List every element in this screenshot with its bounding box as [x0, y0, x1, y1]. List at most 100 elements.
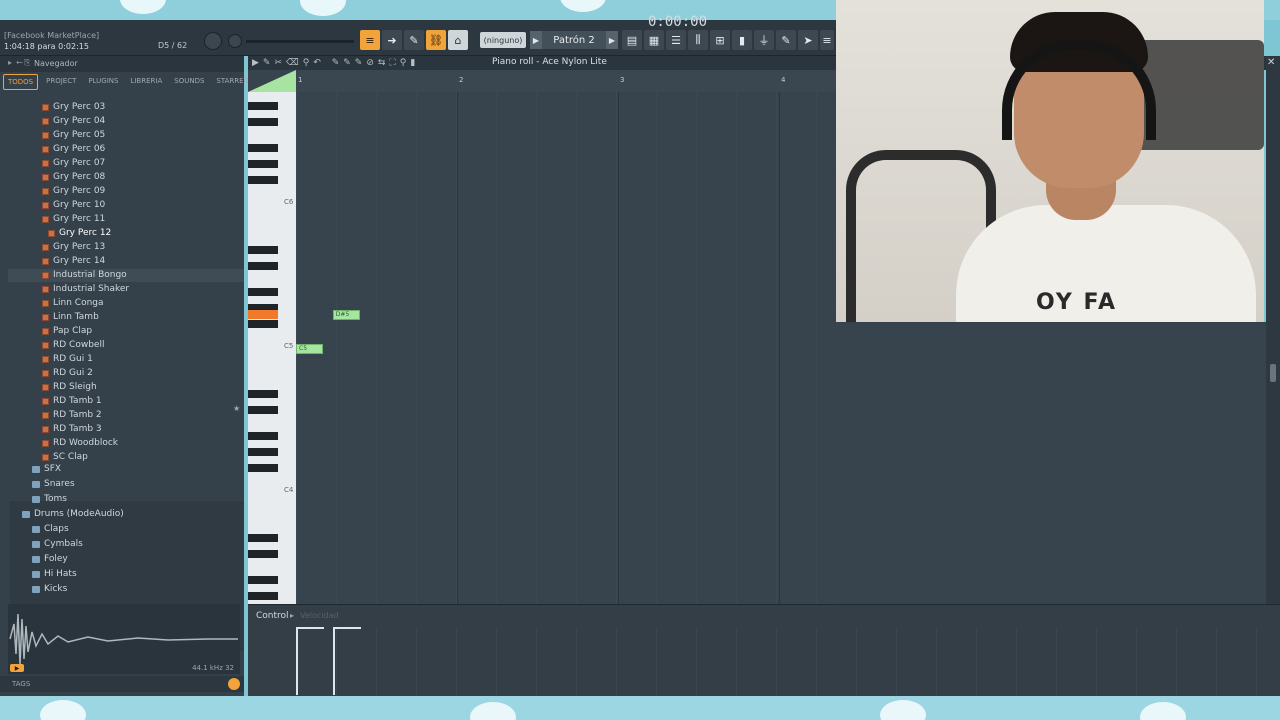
- tab-libreria[interactable]: LIBRERIA: [126, 74, 166, 90]
- note-block[interactable]: D#5: [332, 310, 360, 320]
- piano-key-black[interactable]: [248, 390, 278, 398]
- tree-item-file[interactable]: Gry Perc 13: [42, 240, 105, 254]
- tree-item-file[interactable]: RD Woodblock: [42, 436, 118, 450]
- piano-key-black[interactable]: [248, 550, 278, 558]
- tab-project[interactable]: PROJECT: [42, 74, 80, 90]
- scrollbar-thumb[interactable]: [1270, 364, 1276, 382]
- tree-item-file[interactable]: Pap Clap: [42, 324, 92, 338]
- tab-todos[interactable]: TODOS: [3, 74, 39, 90]
- tree-item-folder[interactable]: Claps: [32, 522, 69, 536]
- tab-sounds[interactable]: SOUNDS: [170, 74, 208, 90]
- piano-key-black[interactable]: [248, 160, 278, 168]
- sample-preview[interactable]: ▶ 44.1 kHz 32: [8, 604, 240, 674]
- tab-plugins[interactable]: PLUGINS: [84, 74, 122, 90]
- vertical-scrollbar[interactable]: [1266, 56, 1280, 604]
- tree-item-folder[interactable]: Snares: [32, 477, 75, 491]
- tree-item-file[interactable]: Gry Perc 12: [48, 226, 111, 240]
- plug-icon[interactable]: ⏚: [754, 30, 774, 50]
- piano-key-black[interactable]: [248, 464, 278, 472]
- tree-item-folder[interactable]: Foley: [32, 552, 68, 566]
- note-grid[interactable]: [296, 92, 836, 604]
- piano-keyboard[interactable]: C6 C5 C4: [248, 92, 296, 616]
- tree-item-file[interactable]: Gry Perc 04: [42, 114, 105, 128]
- pattern-next-icon[interactable]: ▶: [606, 31, 618, 49]
- tab-starred[interactable]: STARRED: [212, 74, 253, 90]
- tree-item-file[interactable]: Linn Conga: [42, 296, 104, 310]
- tree-item-file[interactable]: RD Gui 1: [42, 352, 93, 366]
- tree-item-folder[interactable]: Hi Hats: [32, 567, 77, 581]
- mic-icon[interactable]: ✎: [776, 30, 796, 50]
- piano-key-black[interactable]: [248, 448, 278, 456]
- step-sequencer-icon[interactable]: ▦: [644, 30, 664, 50]
- piano-key-black[interactable]: [248, 432, 278, 440]
- star-icon[interactable]: ★: [233, 404, 240, 413]
- tree-item-folder[interactable]: Kicks: [32, 582, 67, 596]
- nav-icon[interactable]: ⎘: [24, 58, 30, 68]
- piano-key-black[interactable]: [248, 144, 278, 152]
- piano-key-highlighted[interactable]: [248, 310, 278, 319]
- tool-icons[interactable]: ▶✎✂⌫⚲↶ ✎✎✎⊘⇆⛶⚲▮: [252, 58, 419, 68]
- play-icon[interactable]: ▶: [10, 664, 24, 672]
- note-block[interactable]: C5: [296, 344, 323, 354]
- tree-item-file[interactable]: RD Tamb 3: [42, 422, 102, 436]
- arrow-right-icon[interactable]: ➜: [382, 30, 402, 50]
- piano-key-black[interactable]: [248, 102, 278, 110]
- tree-item-file[interactable]: Industrial Bongo: [42, 268, 127, 282]
- file-icon[interactable]: ▮: [732, 30, 752, 50]
- tree-item-file[interactable]: Gry Perc 11: [42, 212, 105, 226]
- more-icon[interactable]: ≡: [820, 30, 834, 50]
- tree-item-folder[interactable]: SFX: [32, 462, 61, 476]
- tree-item-file[interactable]: Gry Perc 07: [42, 156, 105, 170]
- tree-item-folder[interactable]: Toms: [32, 492, 67, 506]
- tree-item-file[interactable]: Gry Perc 06: [42, 142, 105, 156]
- master-volume-knob[interactable]: [204, 32, 222, 50]
- tree-item-file[interactable]: Gry Perc 14: [42, 254, 105, 268]
- close-icon[interactable]: ✕: [1267, 57, 1275, 68]
- chevron-right-icon[interactable]: ▸: [290, 611, 294, 620]
- master-pitch-knob[interactable]: [228, 34, 242, 48]
- tree-item-file[interactable]: Gry Perc 10: [42, 198, 105, 212]
- piano-key-black[interactable]: [248, 320, 278, 328]
- link-icon[interactable]: ⛓: [426, 30, 446, 50]
- back-icon[interactable]: ←: [16, 58, 23, 67]
- tree-item-file[interactable]: Gry Perc 08: [42, 170, 105, 184]
- pin-icon[interactable]: ▸: [8, 58, 12, 67]
- tree-item-file[interactable]: RD Gui 2: [42, 366, 93, 380]
- tree-item-file[interactable]: RD Tamb 2: [42, 408, 102, 422]
- pencil-icon[interactable]: ✎: [404, 30, 424, 50]
- tree-item-file[interactable]: Linn Tamb: [42, 310, 99, 324]
- piano-key-black[interactable]: [248, 288, 278, 296]
- tree-item-file[interactable]: RD Sleigh: [42, 380, 97, 394]
- velocity-bar[interactable]: [332, 629, 335, 695]
- tree-item-file[interactable]: Gry Perc 03: [42, 100, 105, 114]
- velocity-bar[interactable]: [296, 629, 298, 695]
- piano-key-black[interactable]: [248, 534, 278, 542]
- piano-roll-toggle-button[interactable]: ≡: [360, 30, 380, 50]
- control-label[interactable]: Control: [256, 611, 289, 621]
- note-grid-extension[interactable]: [836, 322, 1280, 604]
- piano-key-black[interactable]: [248, 576, 278, 584]
- search-icon[interactable]: [228, 678, 240, 690]
- velocity-grid[interactable]: [296, 627, 1280, 697]
- tree-item-folder[interactable]: Cymbals: [32, 537, 83, 551]
- pattern-group-select[interactable]: (ninguno): [480, 32, 526, 48]
- tree-item-file[interactable]: Gry Perc 09: [42, 184, 105, 198]
- piano-key-black[interactable]: [248, 262, 278, 270]
- master-slider[interactable]: [246, 40, 354, 43]
- mixer-icon[interactable]: ⫼: [688, 30, 708, 50]
- tree-pack[interactable]: Drums (ModeAudio): [22, 507, 124, 521]
- piano-key-black[interactable]: [248, 176, 278, 184]
- pattern-selector[interactable]: ▶ Patrón 2 ▶: [530, 31, 618, 49]
- stamp-icon[interactable]: ⌂: [448, 30, 468, 50]
- tempo-icon[interactable]: ➤: [798, 30, 818, 50]
- piano-key-black[interactable]: [248, 406, 278, 414]
- tree-item-file[interactable]: Industrial Shaker: [42, 282, 129, 296]
- piano-key-black[interactable]: [248, 592, 278, 600]
- playlist-icon[interactable]: ▤: [622, 30, 642, 50]
- tree-item-file[interactable]: RD Tamb 1: [42, 394, 102, 408]
- pattern-prev-icon[interactable]: ▶: [530, 31, 542, 49]
- piano-roll-icon[interactable]: ☰: [666, 30, 686, 50]
- tree-item-file[interactable]: Gry Perc 05: [42, 128, 105, 142]
- piano-key-black[interactable]: [248, 118, 278, 126]
- tree-item-file[interactable]: RD Cowbell: [42, 338, 104, 352]
